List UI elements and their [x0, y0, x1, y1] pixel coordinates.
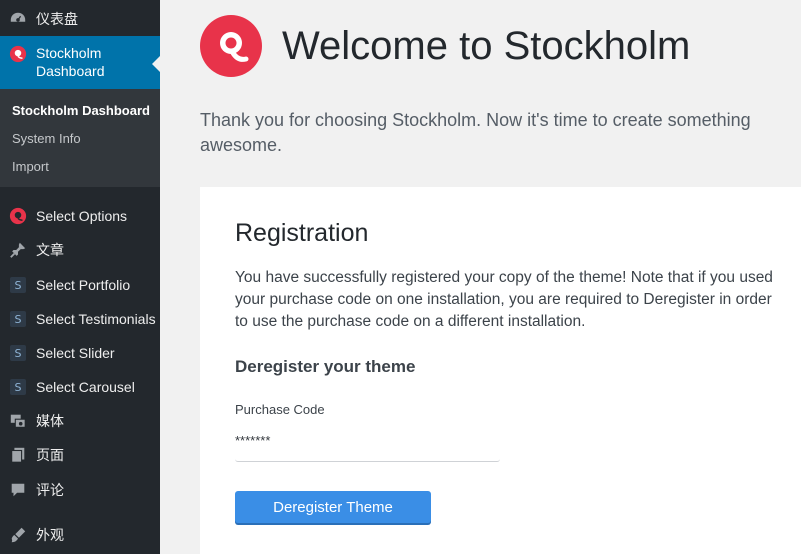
purchase-code-input[interactable] [235, 429, 500, 462]
submenu-item-system-info[interactable]: System Info [12, 131, 81, 146]
sidebar-item-select-portfolio[interactable]: S Select Portfolio [0, 273, 160, 297]
s-badge-icon: S [10, 379, 26, 395]
stockholm-logo-icon [0, 207, 36, 225]
sidebar-item-label: 评论 [36, 482, 64, 498]
sidebar-item-label-line1: Stockholm [36, 45, 102, 61]
stockholm-logo [200, 15, 262, 77]
about-text: Thank you for choosing Stockholm. Now it… [200, 110, 751, 155]
purchase-code-label: Purchase Code [235, 402, 325, 417]
sidebar-item-label: 仪表盘 [36, 11, 78, 27]
current-menu-arrow [152, 56, 160, 72]
sidebar-item-label: Select Portfolio [36, 277, 131, 293]
registration-text: You have successfully registered your co… [235, 269, 773, 330]
comments-icon [0, 481, 36, 499]
sidebar-item-posts[interactable]: 文章 [0, 238, 160, 262]
page-title: Welcome to Stockholm [282, 24, 691, 68]
sidebar-item-appearance[interactable]: 外观 [0, 523, 160, 547]
sidebar-item-pages[interactable]: 页面 [0, 443, 160, 467]
sidebar-item-label: Select Options [36, 208, 128, 224]
sidebar-item-label: 媒体 [36, 413, 64, 429]
sidebar-item-select-options[interactable]: Select Options [0, 204, 160, 228]
s-badge-icon: S [10, 311, 26, 327]
submenu: Stockholm Dashboard System Info Import [0, 89, 160, 187]
submenu-item-stockholm-dashboard[interactable]: Stockholm Dashboard [12, 103, 150, 118]
sidebar-item-stockholm-dashboard[interactable]: Stockholm Dashboard [0, 36, 160, 89]
sidebar-item-media[interactable]: 媒体 [0, 409, 160, 433]
sidebar-item-label: 页面 [36, 447, 64, 463]
sidebar-item-dashboard[interactable]: 仪表盘 [0, 6, 160, 32]
sidebar-item-label: Select Carousel [36, 379, 135, 395]
sidebar-item-label: 外观 [36, 527, 64, 543]
sidebar-item-comments[interactable]: 评论 [0, 478, 160, 502]
pages-icon [0, 446, 36, 464]
submenu-item-import[interactable]: Import [12, 159, 49, 174]
sidebar-item-label-line2: Dashboard [36, 63, 105, 79]
sidebar-item-select-slider[interactable]: S Select Slider [0, 341, 160, 365]
registration-card: Registration You have successfully regis… [200, 187, 801, 554]
sidebar-item-select-carousel[interactable]: S Select Carousel [0, 375, 160, 399]
registration-title: Registration [235, 219, 369, 247]
deregister-subtitle: Deregister your theme [235, 357, 416, 376]
admin-sidebar: 仪表盘 Stockholm Dashboard Stockholm Dashbo… [0, 0, 160, 554]
s-badge-icon: S [10, 277, 26, 293]
sidebar-item-label: 文章 [36, 242, 64, 258]
sidebar-item-label: Select Slider [36, 345, 115, 361]
pin-icon [0, 241, 36, 259]
deregister-theme-button[interactable]: Deregister Theme [235, 491, 431, 523]
dashboard-icon [0, 10, 36, 28]
sidebar-item-label: Select Testimonials [36, 311, 156, 327]
media-icon [0, 412, 36, 430]
s-badge-icon: S [10, 345, 26, 361]
appearance-icon [0, 526, 36, 544]
main-content: Welcome to Stockholm Thank you for choos… [160, 0, 801, 554]
sidebar-item-select-testimonials[interactable]: S Select Testimonials [0, 307, 160, 331]
stockholm-logo-icon [0, 44, 36, 63]
